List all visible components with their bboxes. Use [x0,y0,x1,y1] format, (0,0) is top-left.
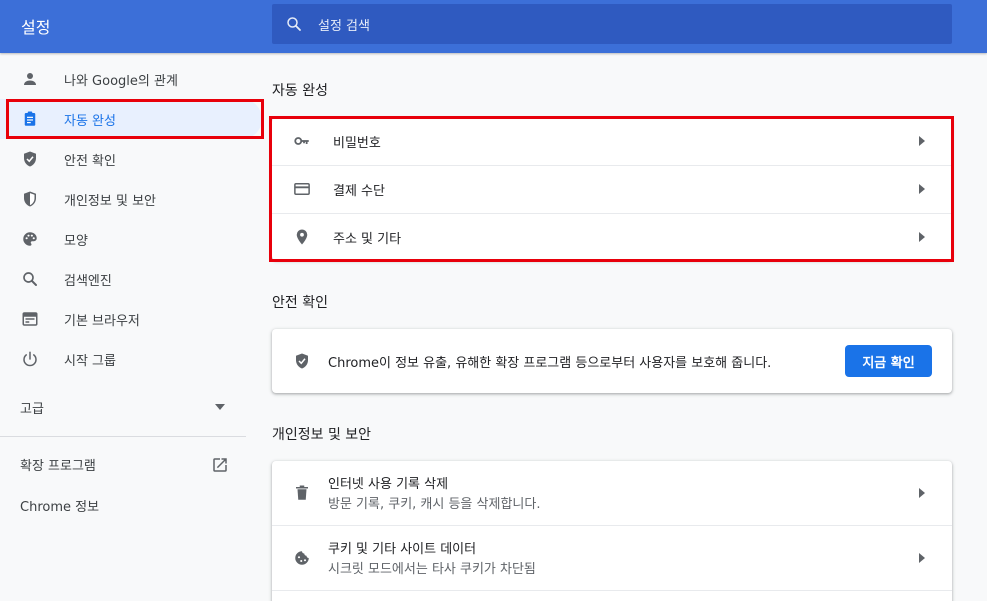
row-label: 인터넷 사용 기록 삭제 [328,477,449,492]
sidebar-advanced[interactable]: 고급 [20,398,44,417]
sidebar-item-privacy[interactable]: 개인정보 및 보안 [0,179,262,219]
sidebar-item-you-and-google[interactable]: 나와 Google의 관계 [0,59,262,99]
top-bar: 설정 설정 검색 [0,0,987,53]
shield-half-icon [24,191,36,207]
search-icon [287,17,301,31]
sidebar-item-label: 시작 그룹 [64,354,116,369]
sidebar-divider [0,436,246,437]
caret-down-icon[interactable] [215,404,225,410]
search-input[interactable]: 설정 검색 [272,4,952,44]
section-title-privacy: 개인정보 및 보안 [272,427,372,443]
sidebar-item-on-startup[interactable]: 시작 그룹 [0,339,262,379]
power-icon [23,351,37,367]
highlight-box-autofill [269,116,954,262]
sidebar-item-appearance[interactable]: 모양 [0,219,262,259]
section-title-autofill: 자동 완성 [272,83,328,99]
sidebar-item-extensions[interactable]: 확장 프로그램 [20,455,96,474]
chevron-right-icon [919,488,925,498]
section-title-safety-check: 안전 확인 [272,295,328,311]
sidebar-item-about-chrome[interactable]: Chrome 정보 [20,496,99,515]
open-in-new-icon[interactable] [211,456,229,474]
sidebar-item-default-browser[interactable]: 기본 브라우저 [0,299,262,339]
palette-icon [23,232,37,246]
row-divider [272,590,952,591]
sidebar-item-safety-check[interactable]: 안전 확인 [0,139,262,179]
sidebar-item-label: 나와 Google의 관계 [64,74,178,89]
row-sublabel: 방문 기록, 쿠키, 캐시 등을 삭제합니다. [328,497,541,512]
sidebar-item-label: 모양 [64,234,88,249]
privacy-card: 인터넷 사용 기록 삭제 방문 기록, 쿠키, 캐시 등을 삭제합니다. 쿠키 … [272,461,952,601]
sidebar-item-label: 안전 확인 [64,154,116,169]
shield-check-icon [296,353,308,369]
chevron-right-icon [919,553,925,563]
trash-icon [296,485,308,500]
safety-check-card: Chrome이 정보 유출, 유해한 확장 프로그램 등으로부터 사용자를 보호… [272,329,952,393]
row-sublabel: 시크릿 모드에서는 타사 쿠키가 차단됨 [328,562,536,577]
cookie-icon [295,551,309,565]
row-cookies[interactable]: 쿠키 및 기타 사이트 데이터 시크릿 모드에서는 타사 쿠키가 차단됨 [272,526,952,590]
row-clear-browsing-data[interactable]: 인터넷 사용 기록 삭제 방문 기록, 쿠키, 캐시 등을 삭제합니다. [272,461,952,525]
sidebar-item-label: 검색엔진 [64,274,112,289]
search-placeholder: 설정 검색 [318,19,370,34]
browser-window-icon [22,312,38,326]
safety-check-description: Chrome이 정보 유출, 유해한 확장 프로그램 등으로부터 사용자를 보호… [328,356,772,371]
person-icon [24,73,36,85]
highlight-box-sidebar [6,99,264,139]
check-now-button[interactable]: 지금 확인 [845,345,932,377]
sidebar-item-search-engine[interactable]: 검색엔진 [0,259,262,299]
shield-check-icon [24,151,36,167]
sidebar-item-label: 개인정보 및 보안 [64,194,156,209]
row-label: 쿠키 및 기타 사이트 데이터 [328,542,477,557]
sidebar-item-label: 기본 브라우저 [64,314,140,329]
page-title: 설정 [21,18,51,37]
search-icon [23,272,37,286]
